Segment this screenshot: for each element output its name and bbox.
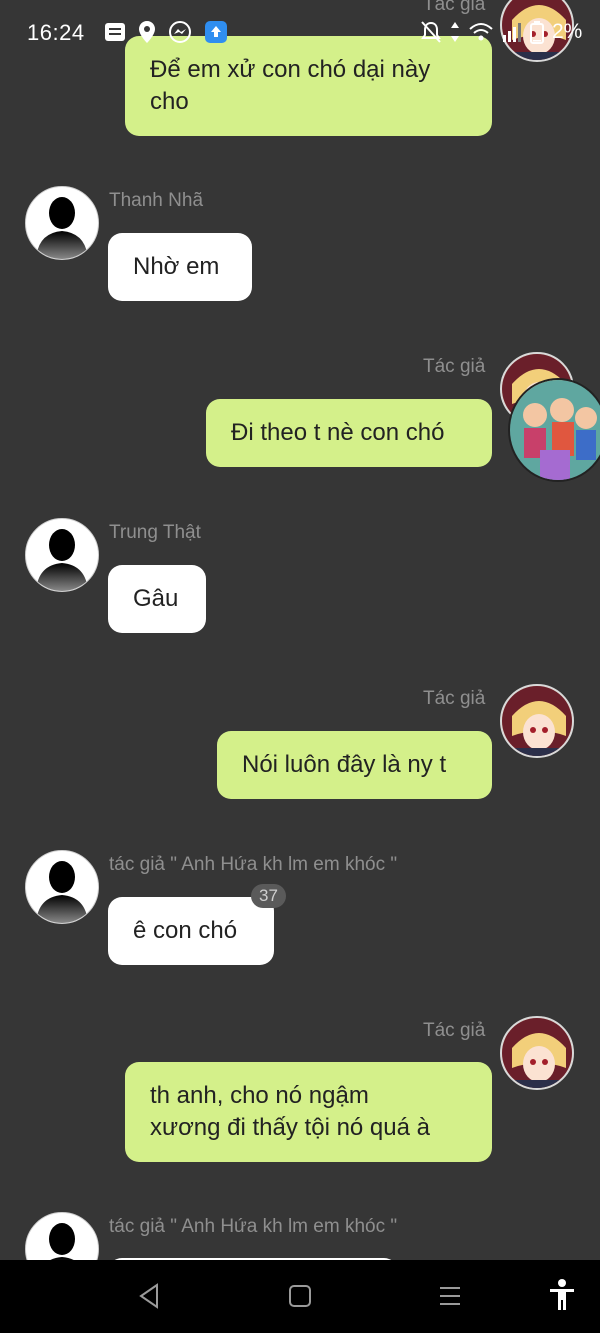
battery-percent: 2% — [552, 20, 583, 43]
system-icons: 2% — [420, 20, 582, 44]
message-text: Đi theo t nè con chó — [231, 419, 445, 446]
reaction-count-badge[interactable]: 37 — [251, 884, 286, 908]
author-name: Thanh Nhã — [109, 190, 204, 211]
navigation-bar — [0, 1260, 600, 1333]
author-name: Tác giả — [423, 0, 486, 15]
group-cartoon-image-icon — [510, 380, 600, 480]
accessibility-button[interactable] — [548, 1278, 576, 1317]
message-text: Để em xử con chó dại này cho — [150, 56, 431, 115]
back-button[interactable] — [137, 1282, 161, 1315]
signal-icon — [503, 23, 521, 42]
default-user-silhouette-icon — [49, 1223, 75, 1260]
message-bubble[interactable]: Để em xử con chó dại này cho — [125, 36, 492, 136]
messenger-icon — [169, 21, 191, 43]
wifi-icon — [469, 23, 493, 41]
location-pin-icon — [139, 21, 155, 43]
battery-icon — [530, 21, 544, 44]
message-bubble[interactable]: Nói luôn đây là ny t — [217, 731, 492, 799]
menu-icon — [440, 1287, 460, 1305]
message-text: Gâu — [133, 585, 179, 612]
message-bubble[interactable]: Nhờ em — [108, 233, 252, 301]
accessibility-icon — [550, 1279, 574, 1310]
author-name: Tác giả — [423, 688, 486, 709]
back-icon — [139, 1283, 158, 1309]
author-name: Trung Thật — [109, 522, 201, 543]
notes-icon — [105, 23, 125, 41]
recents-button[interactable] — [438, 1282, 462, 1315]
author-avatar[interactable] — [25, 850, 99, 924]
notification-icons — [104, 20, 228, 44]
clock: 16:24 — [27, 20, 85, 45]
author-avatar[interactable] — [25, 518, 99, 592]
message-text: th anh, cho nó ngậm xương đi thấy tội nó… — [150, 1082, 430, 1141]
data-arrows-icon — [451, 22, 459, 42]
author-name: tác giả " Anh Hứa kh lm em khóc " — [109, 1216, 398, 1237]
message-bubble[interactable]: th anh, cho nó ngậm xương đi thấy tội nó… — [125, 1062, 492, 1162]
floating-chat-head[interactable] — [508, 378, 600, 482]
author-avatar[interactable] — [25, 1212, 99, 1260]
message-bubble[interactable]: Đi theo t nè con chó — [206, 399, 492, 467]
home-icon — [289, 1285, 311, 1307]
message-bubble[interactable]: Gâu — [108, 565, 206, 633]
author-name: Tác giả — [423, 1020, 486, 1041]
upload-app-icon — [205, 21, 227, 43]
home-button[interactable] — [288, 1282, 312, 1315]
message-text: Nhờ em — [133, 253, 220, 280]
anime-girl-avatar-icon — [502, 686, 572, 756]
author-avatar[interactable] — [500, 684, 574, 758]
chat-area[interactable]: Tác giả Để em xử con chó dại này cho Tha… — [0, 0, 600, 1260]
anime-girl-avatar-icon — [502, 1018, 572, 1088]
default-user-silhouette-icon — [36, 861, 88, 923]
author-name: Tác giả — [423, 356, 486, 377]
bell-muted-icon — [421, 21, 441, 43]
author-avatar[interactable] — [500, 1016, 574, 1090]
default-user-silhouette-icon — [36, 197, 88, 259]
default-user-silhouette-icon — [36, 529, 88, 591]
message-text: ê con chó — [133, 917, 238, 944]
message-text: Nói luôn đây là ny t — [242, 751, 447, 778]
message-bubble[interactable]: ê con chó — [108, 897, 274, 965]
author-name: tác giả " Anh Hứa kh lm em khóc " — [109, 854, 398, 875]
author-avatar[interactable] — [25, 186, 99, 260]
